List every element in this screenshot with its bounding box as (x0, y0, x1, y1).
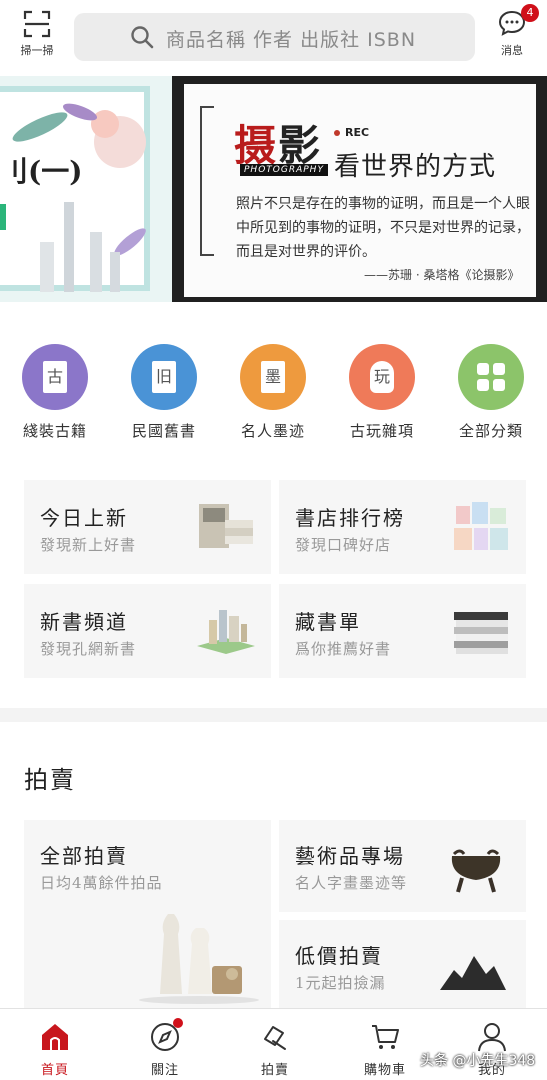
category-label: 民國舊書 (131, 422, 196, 440)
card-low-price-auction[interactable]: 低價拍賣 1元起拍撿漏 (279, 920, 526, 1012)
card-subtitle: 發現口碑好店 (295, 536, 392, 554)
card-subtitle: 發現孔網新書 (40, 640, 137, 658)
banner-slide-current: 摄影 REC PHOTOGRAPHY 看世界的方式 照片不只是存在的事物的证明，… (172, 76, 547, 302)
tab-home[interactable]: 首頁 (5, 1009, 105, 1078)
newspaper-stack-image (454, 612, 508, 654)
vase-icon: 玩 (349, 344, 415, 410)
category-label: 全部分類 (458, 422, 523, 440)
card-title: 低價拍賣 (295, 944, 383, 968)
category-all[interactable]: 全部分類 (446, 330, 536, 441)
category-label: 綫裝古籍 (22, 422, 87, 440)
auction-icon (259, 1021, 291, 1053)
ink-mountain-image (440, 956, 506, 990)
top-bar: 掃一掃 商品名稱 作者 出版社 ISBN 4 消息 (0, 0, 547, 70)
card-title: 全部拍賣 (40, 844, 128, 868)
category-antiques[interactable]: 玩 古玩雜項 (337, 330, 427, 441)
card-new-arrivals[interactable]: 今日上新 發現新上好書 (24, 480, 271, 574)
tab-follow[interactable]: 關注 (115, 1009, 215, 1078)
card-all-auctions[interactable]: 全部拍賣 日均4萬餘件拍品 (24, 820, 271, 1008)
section-divider (0, 708, 547, 722)
ink-icon: 墨 (240, 344, 306, 410)
cart-icon (369, 1021, 401, 1053)
category-row: 古 綫裝古籍 旧 民國舊書 墨 名人墨迹 玩 古玩雜項 全部分類 (0, 330, 547, 450)
photography-tag: PHOTOGRAPHY (240, 164, 328, 176)
card-subtitle: 1元起拍撿漏 (295, 974, 386, 992)
banner-subtitle: 看世界的方式 (334, 152, 497, 182)
tab-auction[interactable]: 拍賣 (225, 1009, 325, 1078)
watermark-text: 头条 @小先生348 (420, 1053, 536, 1069)
banner-body: 照片不只是存在的事物的证明，而且是一个人眼中所见到的事物的证明，不只是对世界的记… (236, 196, 530, 260)
messages-button[interactable]: 4 消息 (490, 4, 539, 58)
card-title: 藏書單 (295, 610, 361, 634)
category-label: 古玩雜項 (349, 422, 414, 440)
banner-left-text: 刂(一) (0, 155, 83, 188)
card-store-ranking[interactable]: 書店排行榜 發現口碑好店 (279, 480, 526, 574)
category-thread-bound-books[interactable]: 古 綫裝古籍 (10, 330, 100, 441)
colorful-books-image (454, 502, 508, 550)
card-art-auction[interactable]: 藝術品專場 名人字畫墨迹等 (279, 820, 526, 912)
card-new-books[interactable]: 新書頻道 發現孔網新書 (24, 584, 271, 678)
rec-label: REC (334, 126, 369, 139)
card-title: 書店排行榜 (295, 506, 405, 530)
category-calligraphy[interactable]: 墨 名人墨迹 (228, 330, 318, 441)
search-icon (130, 25, 154, 49)
quote-bracket (200, 106, 214, 256)
messages-label: 消息 (501, 44, 523, 57)
scan-button[interactable]: 掃一掃 (12, 10, 62, 58)
auction-section-title: 拍賣 (24, 766, 76, 794)
user-icon (476, 1021, 508, 1053)
search-input[interactable]: 商品名稱 作者 出版社 ISBN (74, 13, 475, 61)
banner-quote: ——苏珊 · 桑塔格《论摄影》 (364, 268, 520, 282)
grid-icon (458, 344, 524, 410)
banner-accent-bar (0, 204, 6, 230)
banner-slide-previous: 刂(一) (0, 76, 172, 302)
category-republic-books[interactable]: 旧 民國舊書 (119, 330, 209, 441)
tab-label: 拍賣 (260, 1063, 289, 1078)
book-stack-image (199, 504, 253, 548)
feature-cards: 今日上新 發現新上好書 書店排行榜 發現口碑好店 新書頻道 發現孔網新書 藏書單… (24, 480, 526, 678)
scan-icon (23, 10, 51, 38)
tab-label: 關注 (150, 1063, 179, 1078)
card-subtitle: 名人字畫墨迹等 (295, 874, 408, 892)
scan-label: 掃一掃 (20, 44, 54, 57)
thread-book-icon: 古 (22, 344, 88, 410)
popup-city-book-image (197, 610, 255, 654)
card-subtitle: 日均4萬餘件拍品 (40, 874, 163, 892)
chat-bubble-icon: 4 (497, 4, 539, 38)
compass-icon (149, 1018, 183, 1053)
card-subtitle: 爲你推薦好書 (295, 640, 392, 658)
old-book-icon: 旧 (131, 344, 197, 410)
card-title: 藝術品專場 (295, 844, 405, 868)
vases-image (139, 914, 259, 1004)
notification-dot (173, 1018, 183, 1028)
flowers-illustration (12, 103, 146, 292)
bronze-censer-image (451, 849, 501, 893)
photography-card: 摄影 REC PHOTOGRAPHY 看世界的方式 照片不只是存在的事物的证明，… (184, 84, 536, 297)
category-label: 名人墨迹 (240, 422, 305, 440)
promo-banner[interactable]: 刂(一) 摄影 REC PHOTOGRAPHY 看世界的方式 照片不只是存在的事… (0, 70, 547, 304)
search-placeholder: 商品名稱 作者 出版社 ISBN (166, 29, 417, 51)
card-book-lists[interactable]: 藏書單 爲你推薦好書 (279, 584, 526, 678)
card-title: 新書頻道 (40, 610, 128, 634)
message-badge: 4 (521, 4, 539, 22)
card-title: 今日上新 (40, 506, 128, 530)
tab-label: 首頁 (40, 1063, 69, 1078)
card-subtitle: 發現新上好書 (40, 536, 137, 554)
home-icon (39, 1021, 71, 1053)
